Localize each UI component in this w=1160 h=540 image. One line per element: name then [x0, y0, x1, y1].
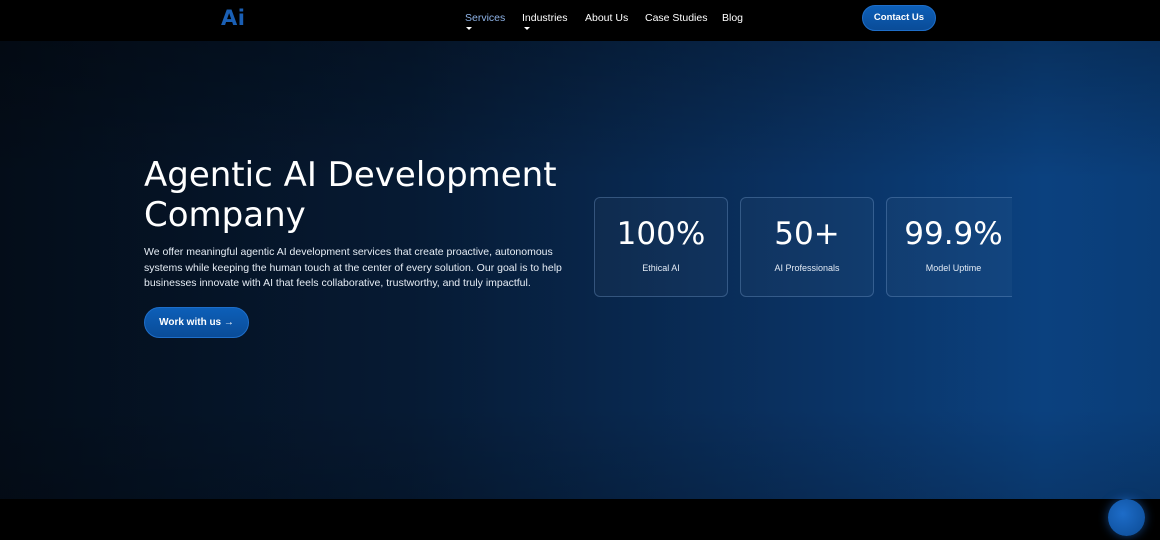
- industries-dropdown-icon[interactable]: [524, 27, 530, 30]
- hero-section: Agentic AI Development Company We offer …: [0, 41, 1160, 499]
- stat-value: 100%: [616, 216, 706, 252]
- services-dropdown-icon[interactable]: [466, 27, 472, 30]
- nav-industries[interactable]: Industries: [522, 12, 568, 24]
- logo[interactable]: Ai: [221, 6, 245, 30]
- page: Ai Services Industries About Us Case Stu…: [0, 0, 1160, 540]
- hero-title: Agentic AI Development Company: [144, 155, 557, 235]
- nav-case-studies[interactable]: Case Studies: [645, 12, 707, 24]
- stat-label: AI Professionals: [774, 263, 840, 273]
- stat-card-ethical-ai: 100% Ethical AI: [594, 197, 728, 297]
- next-section: [0, 499, 1160, 540]
- nav-services[interactable]: Services: [465, 12, 505, 24]
- chat-bubble-icon[interactable]: [1108, 499, 1145, 536]
- stat-value: 50+: [774, 216, 840, 252]
- navbar: Ai Services Industries About Us Case Stu…: [0, 0, 1160, 41]
- stat-value: 99.9%: [904, 216, 1003, 252]
- stat-label: Model Uptime: [925, 263, 982, 273]
- hero-description: We offer meaningful agentic AI developme…: [144, 246, 562, 289]
- nav-blog[interactable]: Blog: [722, 12, 743, 24]
- stat-card-ai-professionals: 50+ AI Professionals: [740, 197, 874, 297]
- stat-label: Ethical AI: [642, 263, 680, 273]
- nav-about-us[interactable]: About Us: [585, 12, 628, 24]
- stat-card-model-uptime: 99.9% Model Uptime: [886, 197, 1012, 297]
- contact-us-button[interactable]: Contact Us: [862, 5, 936, 31]
- work-with-us-button[interactable]: Work with us →: [144, 307, 249, 338]
